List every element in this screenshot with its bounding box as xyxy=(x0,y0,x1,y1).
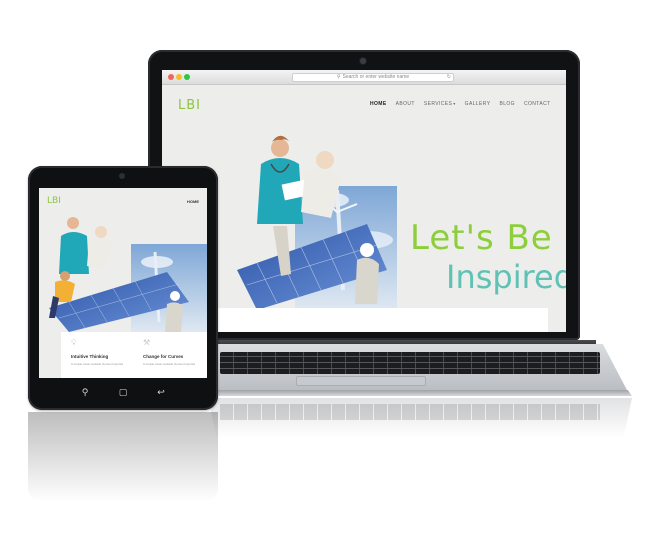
nav-item-blog[interactable]: BLOG xyxy=(499,101,515,107)
lightbulb-icon: 💡︎ xyxy=(71,338,77,347)
site-nav: HOME ABOUT SERVICES▾ GALLERY BLOG CONTAC… xyxy=(370,101,560,107)
feature-title-intuitive-thinking: Intuitive Thinking xyxy=(71,354,109,359)
nav-item-services[interactable]: SERVICES▾ xyxy=(424,101,456,107)
address-placeholder: Search or enter website name xyxy=(342,74,410,80)
tablet-nav-home[interactable]: HOME xyxy=(187,199,199,204)
tablet-site-logo[interactable]: LBI xyxy=(47,196,61,206)
feature-title-change-for-curves: Change for Curves xyxy=(143,354,184,359)
content-card xyxy=(208,308,548,332)
window-maximize-button[interactable] xyxy=(184,74,190,80)
tablet-screen: LBI HOME 💡︎ Intuitive Thinking A simple … xyxy=(39,188,207,378)
laptop-camera xyxy=(360,58,366,64)
site-logo[interactable]: LBI xyxy=(178,98,201,113)
feature-text: A simple clean website Sunset Inspired xyxy=(71,362,124,366)
reload-icon[interactable]: ↻ xyxy=(447,74,451,81)
hero-photo xyxy=(237,135,397,310)
tablet-device: LBI HOME 💡︎ Intuitive Thinking A simple … xyxy=(28,166,218,410)
tablet-feature-card: 💡︎ Intuitive Thinking A simple clean web… xyxy=(61,332,207,378)
nav-item-services-label: SERVICES xyxy=(423,101,453,107)
window-minimize-button[interactable] xyxy=(176,74,182,80)
laptop-front-edge xyxy=(208,390,632,396)
back-icon[interactable]: ↩ xyxy=(154,388,168,398)
window-close-button[interactable] xyxy=(168,74,174,80)
chevron-down-icon: ▾ xyxy=(453,101,456,106)
laptop-screen: ⚲ Search or enter website name ↻ LBI HOME… xyxy=(162,70,566,332)
address-bar[interactable]: ⚲ Search or enter website name ↻ xyxy=(292,73,454,82)
touchpad xyxy=(296,376,426,386)
search-icon: ⚲ xyxy=(336,74,341,80)
nav-item-gallery[interactable]: GALLERY xyxy=(465,101,491,107)
browser-toolbar: ⚲ Search or enter website name ↻ xyxy=(162,70,566,85)
feature-text: A simple clean website Sunset Inspired xyxy=(143,362,196,366)
hero-heading-line1: Let's Be xyxy=(410,218,553,258)
home-icon[interactable]: ▢ xyxy=(116,388,130,398)
search-icon[interactable]: ⚲ xyxy=(78,388,92,398)
hero-heading-line2: Inspired xyxy=(446,258,566,296)
wrench-icon: ⚒ xyxy=(143,338,151,347)
tablet-hardware-buttons: ⚲ ▢ ↩ xyxy=(28,386,218,404)
nav-item-contact[interactable]: CONTACT xyxy=(524,101,551,107)
tablet-hero-photo xyxy=(49,217,207,332)
nav-item-home[interactable]: HOME xyxy=(370,101,387,107)
keyboard-rows xyxy=(220,352,600,374)
nav-item-about[interactable]: ABOUT xyxy=(396,101,415,107)
tablet-reflection xyxy=(28,412,218,502)
keyboard-reflection xyxy=(220,404,600,420)
tablet-camera xyxy=(119,173,125,179)
